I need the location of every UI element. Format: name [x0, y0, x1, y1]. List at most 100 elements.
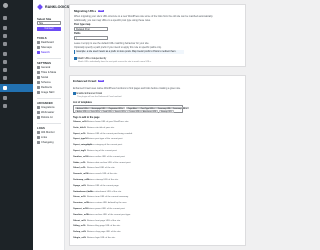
- placeholder-tag: %site_title%: [73, 126, 86, 129]
- admin-menu-item[interactable]: [0, 32, 33, 40]
- nav-item-image-seo[interactable]: Image SEO: [37, 91, 54, 94]
- admin-menu-item[interactable]: [0, 24, 33, 32]
- placeholder-description: Returns term URL of the current taxonomy…: [87, 196, 129, 199]
- pro-badge: PRO: [97, 80, 105, 82]
- plugin-sidebar: RANKLOGICS Select Site Site Connect TOOL…: [33, 0, 69, 250]
- checkbox-hint: Match URLs individually from the root pa…: [78, 60, 152, 63]
- placeholder-tag: %login_url%: [73, 237, 87, 239]
- nav-item-schema[interactable]: Schema: [37, 81, 51, 84]
- nav-item-titles-meta[interactable]: Titles & Meta: [37, 71, 56, 74]
- nav-item-label: Social: [41, 76, 49, 79]
- menu-icon: [3, 16, 7, 20]
- nav-item-sitemaps[interactable]: Sitemaps: [37, 46, 52, 49]
- placeholder-row: %front_url% Returns front page URL of the…: [73, 219, 183, 223]
- placeholders-label: Tags to add in the page: [73, 116, 100, 119]
- placeholder-description: Returns tag of the current post.: [87, 150, 118, 152]
- nav-item-search[interactable]: Search: [37, 51, 50, 54]
- card-title: Enhanced Crawl PRO: [73, 79, 105, 83]
- nav-item-changelog[interactable]: Changelog: [37, 141, 54, 144]
- placeholder-description: Returns home URL of your WordPress site.: [87, 121, 129, 123]
- template-chip[interactable]: Attachment URL: [141, 110, 159, 113]
- nav-item-webmaster[interactable]: Webmaster: [37, 111, 54, 114]
- nav-item-label: Links: [41, 136, 48, 139]
- menu-icon: [3, 68, 7, 72]
- placeholder-row: %login_url% Returns login URL of the site…: [73, 236, 183, 240]
- advanced-heading: ADVANCED: [37, 101, 53, 105]
- placeholder-row: %blog_url% Returns blog page URL of the s…: [73, 224, 183, 228]
- dashboard-icon: [37, 41, 40, 44]
- nav-item-404-monitor[interactable]: 404 Monitor: [37, 131, 55, 134]
- template-chip[interactable]: Homepage URL: [90, 106, 108, 110]
- enable-crawl-checkbox[interactable]: [73, 92, 76, 95]
- nav-item-label: Dashboard: [41, 41, 54, 44]
- template-chip[interactable]: Pagination URLs: [107, 106, 125, 110]
- placeholder-tag: %blog_url%: [73, 225, 86, 228]
- nav-item-integrations[interactable]: Integrations: [37, 106, 55, 109]
- connect-button[interactable]: Connect: [37, 27, 61, 31]
- placeholder-row: %home_url% Returns home URL of your WordP…: [73, 120, 183, 124]
- placeholder-description: Returns post type of the current post.: [87, 138, 123, 141]
- admin-menu-item[interactable]: [0, 50, 33, 58]
- placeholder-description: Returns login URL of the site.: [87, 237, 116, 239]
- placeholder-tag: %post_url%: [73, 132, 86, 135]
- divider: [37, 123, 61, 124]
- menu-icon: [3, 42, 7, 46]
- template-chip[interactable]: Search URLs: [113, 110, 128, 113]
- paths-input[interactable]: /: [74, 35, 108, 40]
- nav-item-label: Titles & Meta: [41, 71, 57, 74]
- nav-item-links[interactable]: Links: [37, 136, 47, 139]
- admin-menu-item[interactable]: [0, 40, 33, 48]
- placeholder-description: Returns site title of your site.: [87, 126, 115, 129]
- placeholder-tag: %feed_url%: [73, 167, 86, 170]
- nav-item-general[interactable]: General: [37, 66, 50, 69]
- template-chip[interactable]: Archive URLs: [75, 106, 91, 110]
- templates-multiselect[interactable]: Archive URLs Homepage URL Pagination URL…: [73, 105, 189, 113]
- menu-icon: [3, 96, 7, 100]
- placeholder-tag: %term_url%: [73, 196, 86, 199]
- schema-icon: [37, 81, 40, 84]
- admin-menu-item[interactable]: [0, 66, 33, 74]
- pro-badge: PRO: [97, 10, 105, 12]
- site-select[interactable]: Site: [37, 21, 61, 25]
- placeholder-description: Returns feed URL of the site.: [87, 167, 116, 170]
- admin-menu-item-active[interactable]: [0, 84, 33, 92]
- admin-menu-item[interactable]: [0, 58, 33, 66]
- placeholder-tag: %home_url%: [73, 121, 87, 123]
- card-description: Enhanced Crawl uses native WordPress fun…: [73, 87, 181, 90]
- redirect-icon: [37, 86, 40, 89]
- placeholder-row: %term_url% Returns term URL of the curren…: [73, 195, 183, 199]
- nav-item-label: Integrations: [41, 106, 55, 109]
- placeholder-tag: %date_url%: [73, 161, 86, 164]
- admin-menu-item[interactable]: [0, 14, 33, 22]
- placeholder-row: %attachment_url% Returns attachment URL o…: [73, 190, 183, 194]
- post-type-select[interactable]: Related Post: [74, 26, 108, 31]
- placeholder-tag: %shop_url%: [73, 231, 87, 234]
- admin-menu-item[interactable]: [0, 102, 33, 110]
- nav-item-redirects[interactable]: Redirects: [37, 86, 52, 89]
- template-chip[interactable]: Date URLs: [89, 110, 102, 113]
- nav-item-dashboard[interactable]: Dashboard: [37, 41, 54, 44]
- template-chip[interactable]: Taxonomy URL s: [171, 106, 189, 110]
- menu-icon: [3, 60, 7, 64]
- template-chip[interactable]: Author URLs: [75, 110, 90, 113]
- placeholder-description: Returns custom URL defined by the user.: [87, 202, 127, 205]
- placeholder-row: %post_category% Returns category of the c…: [73, 143, 183, 147]
- placeholder-row: %page_url% Returns URL of the current pag…: [73, 184, 183, 188]
- template-chip[interactable]: Post Type URLs: [139, 106, 157, 110]
- divider: [37, 98, 61, 99]
- post-type-map-label: Post type map: [74, 23, 91, 26]
- link-icon: [37, 136, 40, 139]
- brand-logo-icon: [37, 4, 43, 10]
- share-icon: [37, 76, 40, 79]
- nav-item-robots[interactable]: Robots.txt: [37, 116, 53, 119]
- placeholder-description: Returns shop page URL of the site.: [87, 231, 122, 234]
- match-urls-checkbox[interactable]: [74, 57, 77, 60]
- card-title-text: Migrating URLs: [74, 9, 97, 13]
- admin-menu-item[interactable]: [0, 94, 33, 102]
- nav-item-social[interactable]: Social: [37, 76, 48, 79]
- wordpress-logo-icon[interactable]: [3, 3, 8, 8]
- template-chip[interactable]: Page Alias: [126, 106, 139, 110]
- template-chip[interactable]: Sitemap URL: [159, 110, 174, 113]
- menu-icon: [3, 34, 7, 38]
- admin-menu-item[interactable]: [0, 74, 33, 82]
